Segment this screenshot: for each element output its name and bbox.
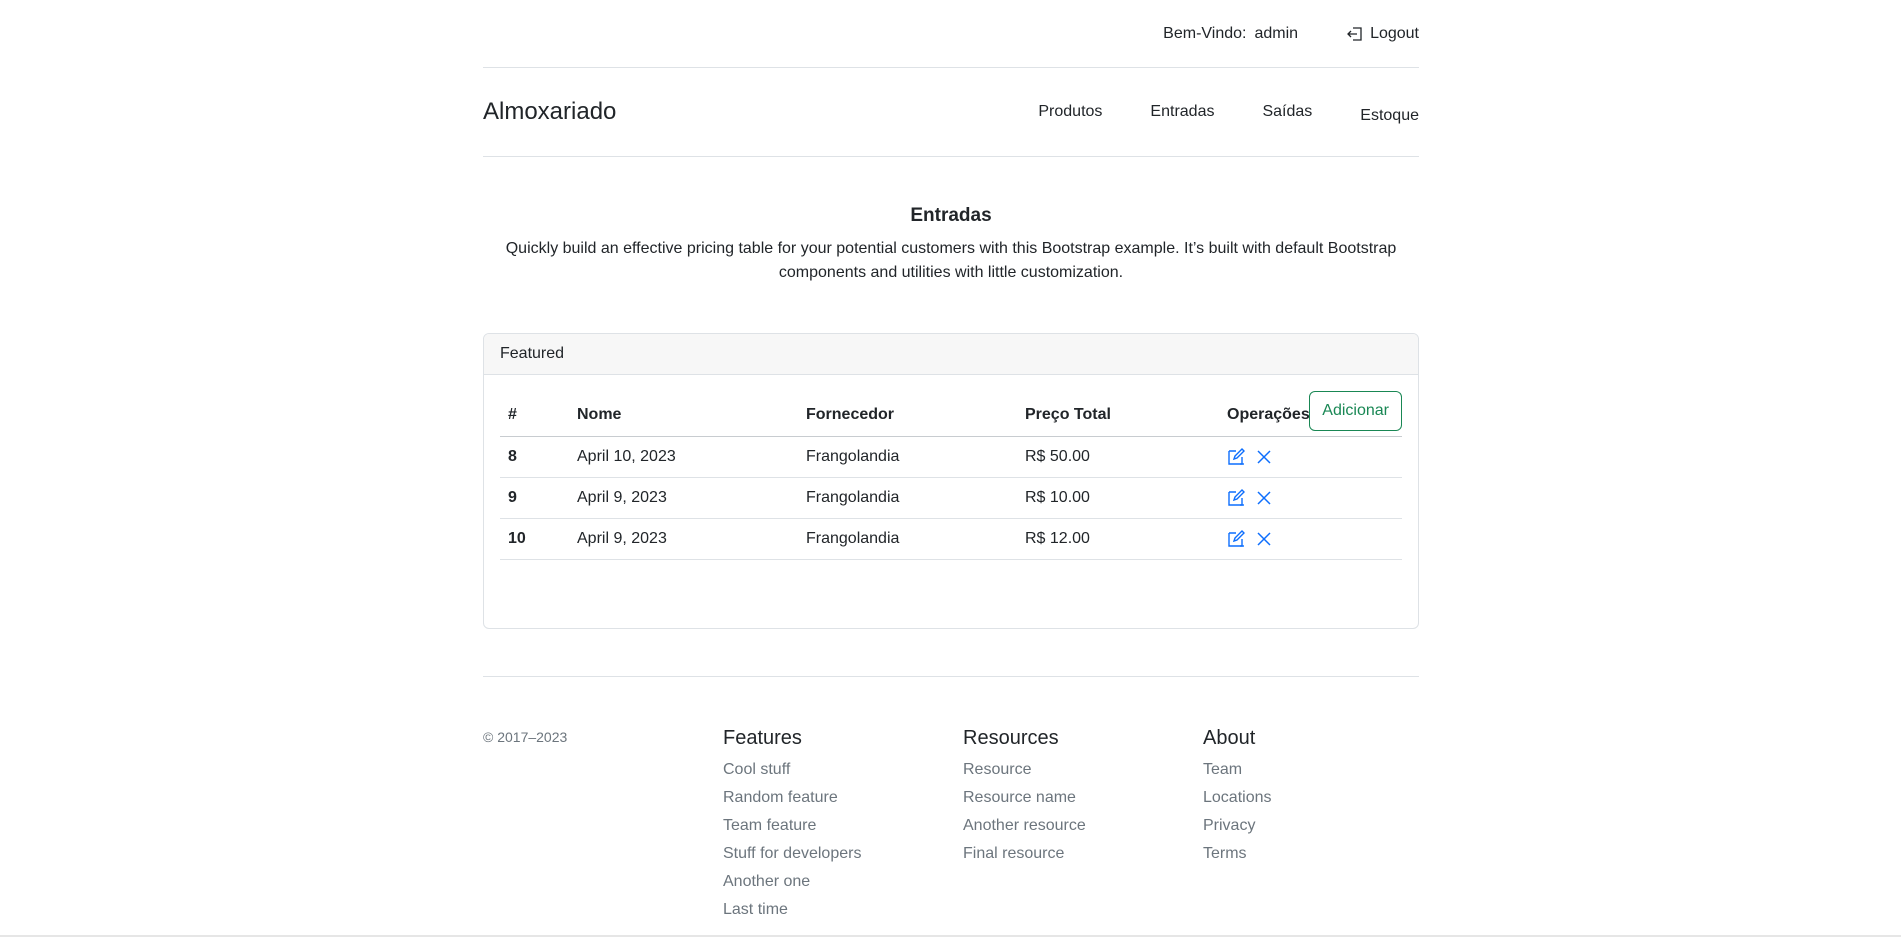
footer-link[interactable]: Random feature	[723, 784, 861, 812]
footer-link[interactable]: Privacy	[1203, 812, 1272, 840]
footer-column-about: About Team Locations Privacy Terms	[1203, 727, 1272, 868]
footer-link[interactable]: Another one	[723, 868, 861, 896]
row-id: 8	[500, 436, 569, 478]
top-bar: Bem-Vindo: admin Logout	[483, 0, 1419, 68]
entries-card: Featured Adicionar # Nome Fornecedor Pre…	[483, 333, 1419, 629]
table-row: 9 April 9, 2023 Frangolandia R$ 10.00	[500, 477, 1402, 519]
table-header-row: # Nome Fornecedor Preço Total Operações	[500, 395, 1402, 437]
footer-link[interactable]: Cool stuff	[723, 756, 861, 784]
edit-icon[interactable]	[1227, 447, 1245, 466]
footer-link[interactable]: Final resource	[963, 840, 1086, 868]
column-header-fornecedor: Fornecedor	[798, 395, 1017, 437]
row-preco: R$ 12.00	[1017, 518, 1219, 560]
nav-saidas[interactable]: Saídas	[1262, 103, 1312, 121]
row-preco: R$ 50.00	[1017, 436, 1219, 478]
row-id: 10	[500, 518, 569, 560]
welcome-label: Bem-Vindo:	[1163, 24, 1247, 42]
header: Almoxariado Produtos Entradas Saídas Est…	[483, 68, 1419, 157]
main-nav: Produtos Entradas Saídas Estoque	[1038, 103, 1419, 124]
row-id: 9	[500, 477, 569, 519]
column-header-id: #	[500, 395, 569, 437]
entries-table: # Nome Fornecedor Preço Total Operações …	[500, 395, 1402, 560]
row-nome: April 9, 2023	[569, 477, 798, 519]
table-row: 8 April 10, 2023 Frangolandia R$ 50.00	[500, 436, 1402, 478]
username: admin	[1254, 24, 1299, 42]
column-header-operacoes: Operações	[1219, 395, 1402, 437]
close-icon[interactable]	[1255, 530, 1273, 548]
footer-link[interactable]: Terms	[1203, 840, 1272, 868]
column-header-preco: Preço Total	[1017, 395, 1219, 437]
close-icon[interactable]	[1255, 489, 1273, 507]
footer-heading: Resources	[963, 727, 1059, 749]
nav-entradas[interactable]: Entradas	[1150, 103, 1214, 121]
footer: © 2017–2023 Features Cool stuff Random f…	[483, 676, 1419, 936]
logout-label: Logout	[1370, 24, 1419, 42]
nav-produtos[interactable]: Produtos	[1038, 103, 1102, 121]
nav-estoque[interactable]: Estoque	[1360, 107, 1419, 125]
welcome-text: Bem-Vindo: admin	[1163, 25, 1298, 43]
copyright-text: © 2017–2023	[483, 729, 568, 745]
edit-icon[interactable]	[1227, 488, 1245, 507]
page-description: Quickly build an effective pricing table…	[505, 240, 1397, 281]
row-nome: April 9, 2023	[569, 518, 798, 560]
card-header: Featured	[484, 334, 1418, 375]
footer-link[interactable]: Resource	[963, 756, 1086, 784]
footer-column-resources: Resources Resource Resource name Another…	[963, 727, 1086, 868]
brand-title[interactable]: Almoxariado	[483, 98, 616, 126]
row-operations	[1219, 518, 1402, 560]
column-header-nome: Nome	[569, 395, 798, 437]
intro-section: Entradas Quickly build an effective pric…	[483, 205, 1419, 285]
row-nome: April 10, 2023	[569, 436, 798, 478]
row-operations	[1219, 436, 1402, 478]
footer-link[interactable]: Team	[1203, 756, 1272, 784]
row-fornecedor: Frangolandia	[798, 518, 1017, 560]
row-fornecedor: Frangolandia	[798, 477, 1017, 519]
footer-link[interactable]: Another resource	[963, 812, 1086, 840]
footer-link[interactable]: Last time	[723, 896, 861, 924]
table-row: 10 April 9, 2023 Frangolandia R$ 12.00	[500, 518, 1402, 560]
footer-link[interactable]: Team feature	[723, 812, 861, 840]
footer-heading: Features	[723, 727, 802, 749]
row-fornecedor: Frangolandia	[798, 436, 1017, 478]
footer-column-features: Features Cool stuff Random feature Team …	[723, 727, 861, 924]
row-preco: R$ 10.00	[1017, 477, 1219, 519]
close-icon[interactable]	[1255, 448, 1273, 466]
edit-icon[interactable]	[1227, 529, 1245, 548]
row-operations	[1219, 477, 1402, 519]
footer-link[interactable]: Locations	[1203, 784, 1272, 812]
page: Bem-Vindo: admin Logout Almoxariado Produ…	[0, 0, 1901, 937]
footer-heading: About	[1203, 727, 1256, 749]
footer-link[interactable]: Resource name	[963, 784, 1086, 812]
logout-link[interactable]: Logout	[1346, 25, 1419, 43]
footer-link[interactable]: Stuff for developers	[723, 840, 861, 868]
page-title: Entradas	[910, 205, 992, 226]
logout-icon	[1346, 26, 1364, 42]
